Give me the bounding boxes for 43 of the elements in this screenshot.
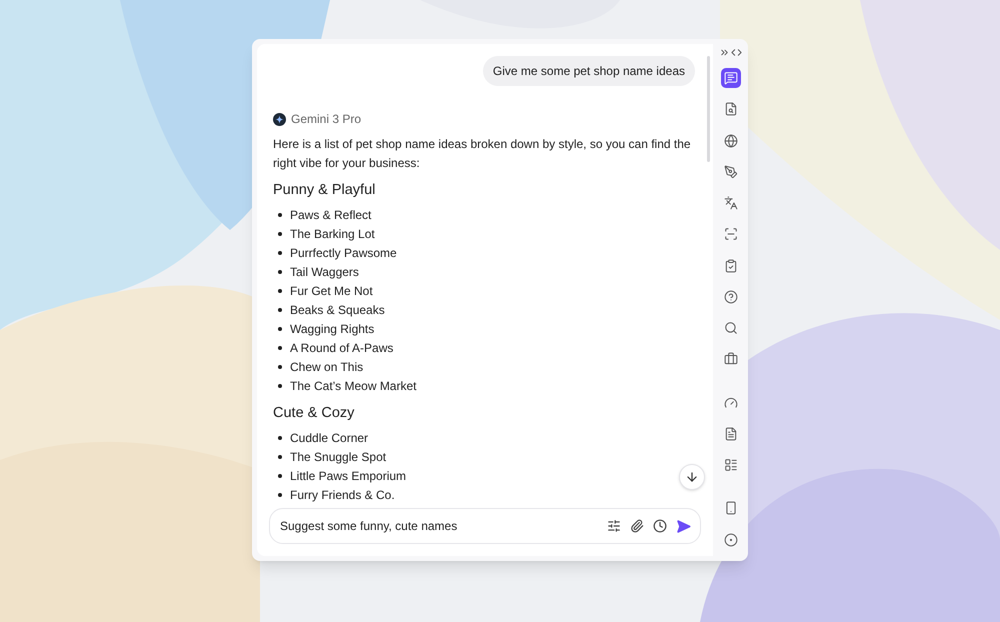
list-item: Little Paws Emporium (290, 468, 406, 485)
scroll-down-button[interactable] (679, 464, 705, 490)
chat-icon[interactable] (720, 68, 740, 88)
paperclip-icon[interactable] (630, 519, 644, 533)
send-icon[interactable] (676, 518, 691, 534)
list-item: Chew on This (290, 359, 364, 376)
bullet-icon (278, 213, 282, 218)
list-item: Cuddle Corner (290, 430, 368, 447)
bullet-icon (278, 474, 282, 478)
bullet-icon (278, 346, 282, 350)
bullet-icon (278, 251, 282, 256)
model-name: Gemini 3 Pro (291, 111, 362, 128)
bullet-icon (278, 384, 282, 388)
bullet-icon (278, 289, 282, 294)
bullet-icon (278, 365, 282, 370)
list-item: Tail Waggers (290, 264, 359, 282)
bullet-icon (278, 327, 282, 332)
section-heading: Cute & Cozy (273, 404, 356, 423)
bullet-icon (278, 232, 282, 236)
list-item: The Snuggle Spot (290, 449, 386, 466)
bullet-icon (278, 270, 282, 274)
code-icon[interactable] (731, 47, 742, 58)
user-message: Give me some pet shop name ideas (482, 56, 695, 86)
list-item: Paws & Reflect (290, 207, 372, 224)
list-item: Fur Get Me Not (290, 283, 373, 300)
list-item: Furry Friends & Co. (290, 487, 395, 502)
sparkle-logo-icon (273, 112, 286, 126)
list-item: Beaks & Squeaks (290, 302, 385, 320)
collapse-icon[interactable] (719, 47, 730, 58)
section-heading: Punny & Playful (273, 181, 376, 200)
bullet-icon (278, 308, 282, 312)
message-field[interactable]: Suggest some funny, cute names (269, 508, 701, 544)
list-item: Purrfectly Pawsome (290, 245, 397, 262)
bullet-icon (278, 455, 282, 459)
list-item: Wagging Rights (290, 321, 374, 338)
response-intro: Here is a list of pet shop name ideas broken down by style, so you can find the right vibe for your business: (273, 136, 692, 172)
list-item: The Barking Lot (290, 226, 375, 244)
list-item: A Round of A-Paws (290, 340, 394, 358)
bullet-icon (278, 493, 282, 497)
sliders-icon[interactable] (607, 519, 621, 533)
list-item: The Cat’s Meow Market (290, 378, 416, 396)
bullet-icon (278, 436, 282, 440)
clock-icon[interactable] (653, 519, 667, 533)
